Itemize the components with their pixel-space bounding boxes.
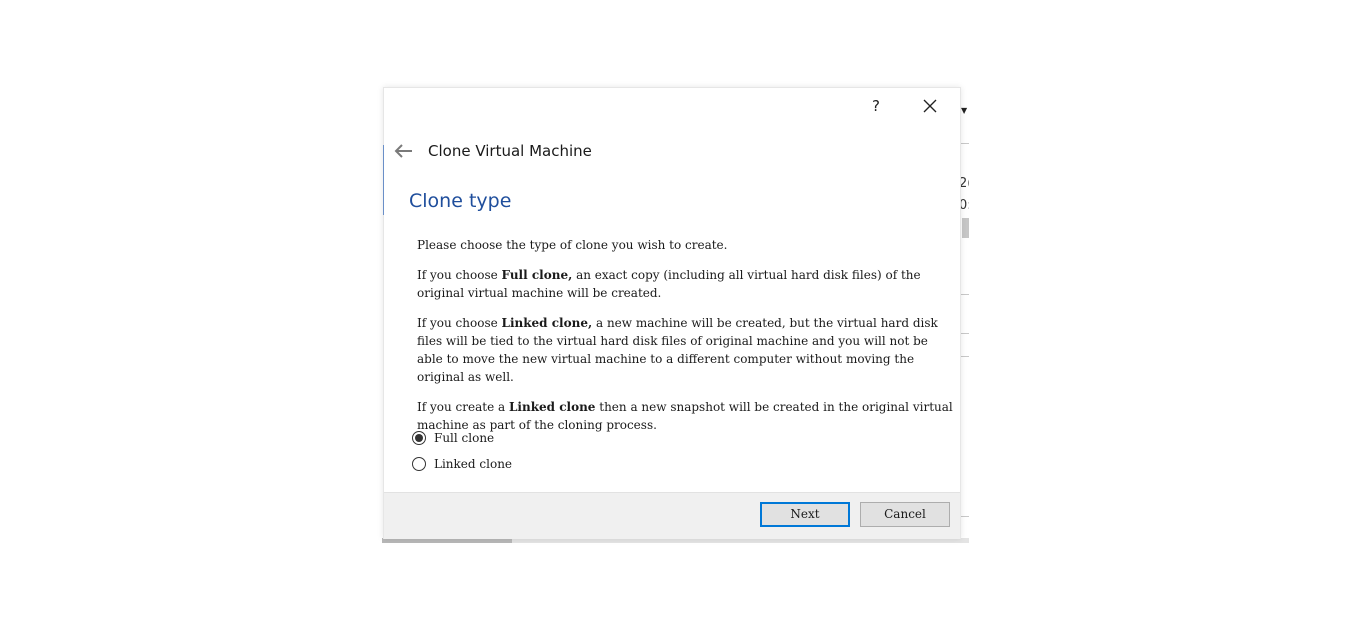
- linked-clone-label[interactable]: Linked clone: [434, 457, 512, 471]
- next-button[interactable]: Next: [760, 502, 850, 527]
- back-button[interactable]: [392, 140, 416, 162]
- intro-text: Please choose the type of clone you wish…: [417, 238, 728, 252]
- help-button[interactable]: ?: [862, 94, 890, 118]
- background-divider: [960, 143, 969, 144]
- full-clone-radio[interactable]: Full clone: [412, 428, 494, 448]
- background-divider: [960, 294, 969, 295]
- background-divider: [960, 516, 969, 517]
- radio-checked-icon[interactable]: [412, 431, 426, 445]
- screen: ▼ 2( 0: ? Clone Virtual Machine Clo: [0, 0, 1350, 629]
- arrow-left-icon: [394, 144, 412, 158]
- dropdown-arrow-icon: ▼: [961, 106, 968, 115]
- linked-clone-description: If you choose Linked clone, a new machin…: [417, 316, 938, 384]
- clone-vm-dialog: ? Clone Virtual Machine Clone type Pleas…: [383, 87, 961, 539]
- window-title: Clone Virtual Machine: [428, 142, 592, 160]
- full-clone-label[interactable]: Full clone: [434, 431, 494, 445]
- description: Please choose the type of clone you wish…: [417, 236, 953, 446]
- background-divider: [960, 356, 969, 357]
- page-title: Clone type: [409, 190, 512, 212]
- radio-unchecked-icon[interactable]: [412, 457, 426, 471]
- dialog-footer: Next Cancel: [384, 492, 960, 539]
- close-icon: [923, 99, 937, 113]
- snapshot-description: If you create a Linked clone then a new …: [417, 400, 953, 432]
- background-divider: [960, 333, 969, 334]
- full-clone-description: If you choose Full clone, an exact copy …: [417, 268, 921, 300]
- cancel-button[interactable]: Cancel: [860, 502, 950, 527]
- dialog-accent-line: [383, 145, 384, 215]
- linked-clone-radio[interactable]: Linked clone: [412, 454, 512, 474]
- close-button[interactable]: [916, 92, 944, 120]
- background-scrollbar: [962, 218, 969, 238]
